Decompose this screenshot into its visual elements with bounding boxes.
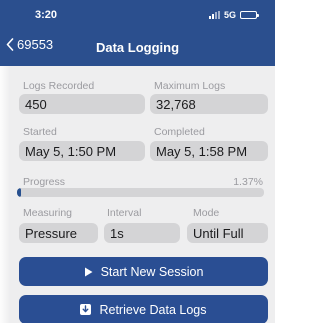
logs-recorded-label: Logs Recorded <box>23 80 95 92</box>
network-type: 5G <box>223 10 236 20</box>
started-field: May 5, 1:50 PM <box>19 141 145 161</box>
measuring-label: Measuring <box>23 207 73 219</box>
status-bar: 3:20 5G <box>0 0 275 30</box>
retrieve-data-logs-label: Retrieve Data Logs <box>99 302 207 317</box>
interval-label: Interval <box>107 207 142 219</box>
maximum-logs-label: Maximum Logs <box>154 80 226 92</box>
progress-bar <box>17 188 264 197</box>
maximum-logs-field: 32,768 <box>150 94 268 114</box>
logs-recorded-field: 450 <box>19 94 145 114</box>
completed-label: Completed <box>154 126 205 138</box>
download-icon <box>80 304 92 315</box>
battery-icon <box>240 11 259 19</box>
mode-field: Until Full <box>187 223 268 243</box>
play-icon <box>84 267 93 276</box>
signal-icon <box>208 11 220 19</box>
progress-label: Progress <box>23 176 66 188</box>
mode-label: Mode <box>193 207 220 219</box>
measuring-field: Pressure <box>19 223 98 243</box>
page-title: Data Logging <box>95 40 180 55</box>
interval-field: 1s <box>104 223 180 243</box>
status-indicators: 5G <box>208 10 259 20</box>
edge-fade <box>0 66 10 323</box>
progress-percent: 1.37% <box>233 176 263 188</box>
start-new-session-label: Start New Session <box>100 264 204 279</box>
started-label: Started <box>23 126 57 138</box>
data-logging-panel: Logs Recorded 450 Maximum Logs 32,768 St… <box>0 66 275 323</box>
progress-fill <box>17 188 21 197</box>
retrieve-data-logs-button[interactable]: Retrieve Data Logs <box>19 295 268 323</box>
start-new-session-button[interactable]: Start New Session <box>19 257 268 286</box>
completed-field: May 5, 1:58 PM <box>150 141 268 161</box>
nav-bar: 69553 Data Logging <box>0 30 275 66</box>
status-time: 3:20 <box>35 9 58 21</box>
